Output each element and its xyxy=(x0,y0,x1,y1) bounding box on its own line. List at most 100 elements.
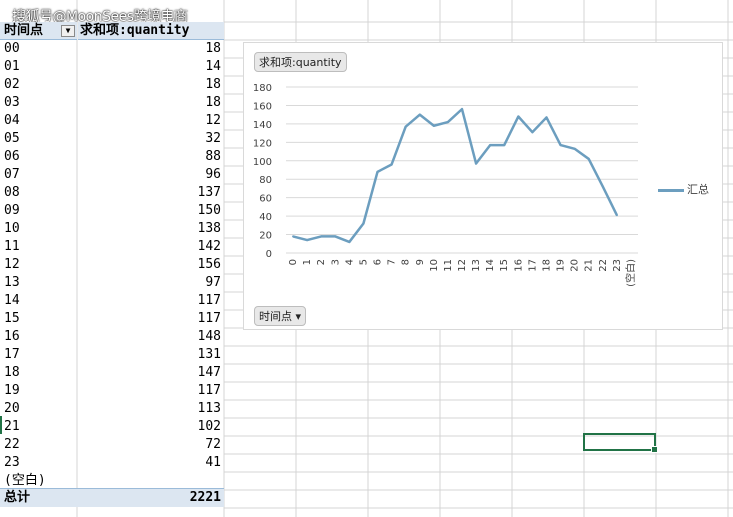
row-value: 18 xyxy=(205,77,221,92)
data-point xyxy=(418,113,421,116)
row-label: 04 xyxy=(4,113,20,128)
table-row[interactable]: 03 18 xyxy=(0,94,224,112)
x-tick-label: 6 xyxy=(373,259,384,265)
x-tick-label: 21 xyxy=(584,259,595,272)
x-tick-label: 5 xyxy=(358,259,369,265)
data-point xyxy=(587,157,590,160)
fill-handle[interactable] xyxy=(651,446,658,453)
table-row[interactable]: 23 41 xyxy=(0,454,224,472)
data-point xyxy=(489,144,492,147)
table-row[interactable]: 16 148 xyxy=(0,328,224,346)
pivot-total-row: 总计 2221 xyxy=(0,488,224,507)
table-row[interactable]: 09 150 xyxy=(0,202,224,220)
row-label: 18 xyxy=(4,365,20,380)
y-tick-label: 20 xyxy=(259,231,272,242)
legend-line-swatch xyxy=(658,188,684,192)
y-tick-label: 60 xyxy=(259,194,272,205)
y-tick-label: 0 xyxy=(266,249,272,260)
pivot-value-header: 求和项:quantity xyxy=(78,22,224,40)
x-tick-label: 4 xyxy=(344,259,355,265)
table-row[interactable]: 12 156 xyxy=(0,256,224,274)
row-label: 21 xyxy=(4,419,20,434)
row-value: 117 xyxy=(197,383,221,398)
row-value: 138 xyxy=(197,221,221,236)
data-point xyxy=(475,162,478,165)
table-row[interactable]: 00 18 xyxy=(0,40,224,58)
data-point xyxy=(461,108,463,111)
x-tick-label: 2 xyxy=(316,259,327,265)
table-row[interactable]: 07 96 xyxy=(0,166,224,184)
row-value: 88 xyxy=(205,149,221,164)
table-row[interactable]: 05 32 xyxy=(0,130,224,148)
row-value: 148 xyxy=(197,329,221,344)
x-tick-label: 23 xyxy=(612,259,623,272)
row-label: 23 xyxy=(4,455,20,470)
data-point xyxy=(601,185,604,188)
data-point xyxy=(545,116,548,119)
table-row[interactable]: 18 147 xyxy=(0,364,224,382)
table-row[interactable]: 20 113 xyxy=(0,400,224,418)
table-row[interactable]: 22 72 xyxy=(0,436,224,454)
x-tick-label: 14 xyxy=(485,259,496,272)
table-row[interactable]: 10 138 xyxy=(0,220,224,238)
x-tick-label: 3 xyxy=(330,259,341,265)
chevron-down-icon: ▾ xyxy=(295,310,302,323)
row-value: 117 xyxy=(197,311,221,326)
series-line xyxy=(292,107,619,244)
x-tick-label: 16 xyxy=(513,259,524,272)
table-row[interactable]: 14 117 xyxy=(0,292,224,310)
x-tick-label: 8 xyxy=(401,259,412,265)
total-value: 2221 xyxy=(189,490,221,505)
x-tick-label: 1 xyxy=(302,259,313,265)
table-row[interactable]: 08 137 xyxy=(0,184,224,202)
table-row[interactable]: 04 12 xyxy=(0,112,224,130)
table-row[interactable]: 19 117 xyxy=(0,382,224,400)
row-label: 10 xyxy=(4,221,20,236)
table-row[interactable]: 15 117 xyxy=(0,310,224,328)
row-label: 09 xyxy=(4,203,20,218)
table-row[interactable]: 11 142 xyxy=(0,238,224,256)
data-point xyxy=(390,163,393,166)
row-label: 22 xyxy=(4,437,20,452)
y-tick-label: 120 xyxy=(253,138,272,149)
table-row[interactable]: 13 97 xyxy=(0,274,224,292)
x-tick-label: 22 xyxy=(598,259,609,272)
row-value: 14 xyxy=(205,59,221,74)
row-value: 72 xyxy=(205,437,221,452)
row-value: 32 xyxy=(205,131,221,146)
x-tick-label: 10 xyxy=(429,259,440,272)
row-label: 01 xyxy=(4,59,20,74)
x-tick-label: 15 xyxy=(499,259,510,272)
axis-field-button[interactable]: 时间点 ▾ xyxy=(254,306,307,326)
axis-field-label: 时间点 xyxy=(259,310,292,323)
pivot-chart[interactable]: 求和项:quantity 0 20 40 60 80 100 120 140 160 180 0 1 2… xyxy=(243,42,723,330)
x-tick-label: 12 xyxy=(457,259,468,272)
table-row[interactable]: 01 14 xyxy=(0,58,224,76)
chart-legend: 汇总 xyxy=(658,181,709,197)
row-label: 14 xyxy=(4,293,20,308)
data-point xyxy=(446,121,449,124)
row-value: 97 xyxy=(205,275,221,290)
filter-dropdown-icon[interactable]: ▼ xyxy=(61,25,75,37)
table-row[interactable]: 21 102 xyxy=(0,418,224,436)
data-point xyxy=(615,214,618,217)
data-point xyxy=(404,125,407,128)
data-point xyxy=(334,235,337,238)
selected-cell[interactable] xyxy=(583,433,658,453)
table-row[interactable]: 02 18 xyxy=(0,76,224,94)
row-label: 00 xyxy=(4,41,20,56)
x-tick-label: 0 xyxy=(288,259,299,265)
row-label: 12 xyxy=(4,257,20,272)
row-label: 03 xyxy=(4,95,20,110)
x-tick-label: 18 xyxy=(541,259,552,272)
row-value: 113 xyxy=(197,401,221,416)
row-value: 96 xyxy=(205,167,221,182)
legend-label: 汇总 xyxy=(687,183,709,196)
row-value: 41 xyxy=(205,455,221,470)
data-point xyxy=(320,235,323,238)
table-row[interactable]: 06 88 xyxy=(0,148,224,166)
table-row[interactable]: 17 131 xyxy=(0,346,224,364)
row-label: 07 xyxy=(4,167,20,182)
data-point xyxy=(306,239,309,242)
y-tick-label: 100 xyxy=(253,157,272,168)
